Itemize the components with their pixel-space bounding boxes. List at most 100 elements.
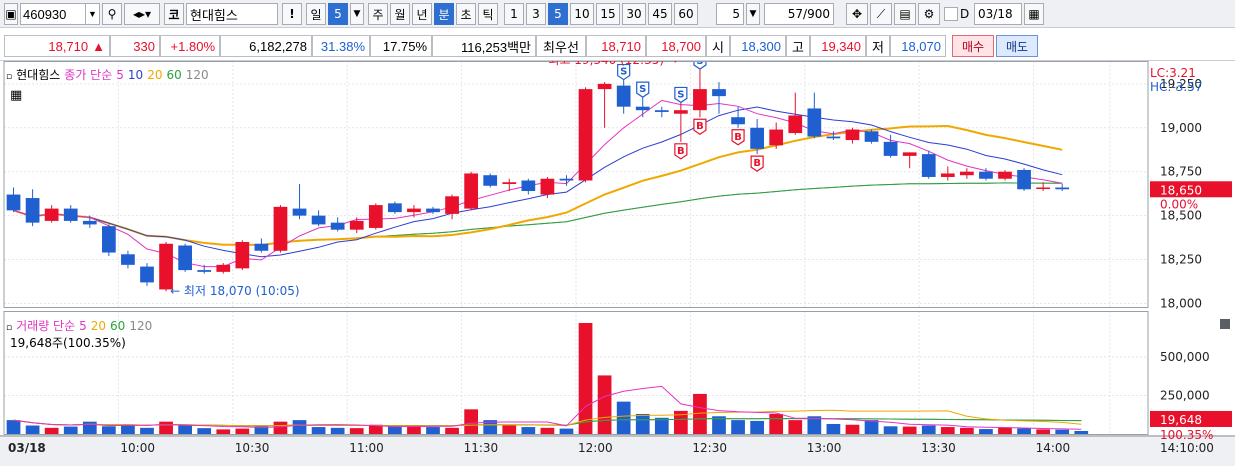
volume-bar <box>102 426 116 434</box>
volume-bar <box>597 375 612 434</box>
table-icon[interactable]: ▦ <box>10 88 22 103</box>
time-tick-label: 11:00 <box>349 441 384 455</box>
candle-body <box>25 198 40 223</box>
low-price: 18,070 <box>890 35 946 57</box>
period-minute-button[interactable]: 분 <box>434 3 454 25</box>
signal-label: B <box>677 146 685 157</box>
volume-bar <box>635 413 650 434</box>
volume-bar <box>311 427 326 434</box>
legend-ma20: 20 <box>147 68 163 82</box>
last-volume-value: 19,648 <box>1160 413 1202 427</box>
speaker-icon[interactable]: ◂▸▾ <box>124 3 160 25</box>
trade-amount: 116,253백만 <box>432 35 536 57</box>
volume-bar <box>159 421 173 434</box>
calendar-icon[interactable]: ▦ <box>1024 3 1044 25</box>
candle-body <box>1017 169 1031 190</box>
low-annotation: ← 최저 18,070 (10:05) <box>170 284 300 298</box>
candle-body <box>769 129 784 146</box>
chart-toolbar: ▣ 460930 ▼ ⚲ ◂▸▾ 코 현대힘스 ! 일 5 ▼ 주 월 년 분 … <box>0 0 1235 28</box>
volume-legend: ▫ 거래량 단순 5 20 60 120 <box>6 317 156 334</box>
gear-icon[interactable]: ⚙ <box>918 3 940 25</box>
period-count-button[interactable]: 5 <box>328 3 348 25</box>
save-icon[interactable]: ▤ <box>894 3 916 25</box>
time-tick-label: 13:30 <box>921 441 956 455</box>
date-input[interactable]: 03/18 <box>974 3 1022 25</box>
volume-bar <box>178 425 192 434</box>
time-tick-label: 11:30 <box>464 441 499 455</box>
volume-bar <box>82 421 97 434</box>
candle-body <box>979 171 993 179</box>
buy-button[interactable]: 매수 <box>952 35 994 57</box>
current-price: 18,710 ▲ <box>4 35 110 57</box>
candle-body <box>635 106 650 111</box>
crosshair-icon[interactable]: ✥ <box>846 3 868 25</box>
volume-tick-label: 250,000 <box>1160 388 1210 402</box>
minute-1-button[interactable]: 1 <box>504 3 524 25</box>
signal-label: B <box>696 121 704 132</box>
minute-10-button[interactable]: 10 <box>570 3 594 25</box>
legend-toggle-icon[interactable]: ▫ <box>6 323 12 333</box>
volume-bar <box>883 426 898 434</box>
signal-label: B <box>753 158 761 169</box>
candle-body <box>254 243 269 251</box>
candle-body <box>292 208 307 216</box>
period-day-button[interactable]: 일 <box>306 3 326 25</box>
high-label: 고 <box>786 35 810 57</box>
alert-button[interactable]: ! <box>282 3 302 25</box>
stock-code-input[interactable]: 460930 ▼ <box>20 3 100 25</box>
volume-bar <box>902 426 917 434</box>
rate-one: 31.38% <box>312 35 370 57</box>
candle-body <box>63 208 78 221</box>
volume-bar <box>788 420 803 434</box>
minute-3-button[interactable]: 3 <box>526 3 546 25</box>
signal-label: S <box>639 84 646 95</box>
date-checkbox[interactable] <box>944 7 958 21</box>
period-month-button[interactable]: 월 <box>390 3 410 25</box>
volume-bar <box>940 427 955 434</box>
period-tick-button[interactable]: 틱 <box>478 3 498 25</box>
drawing-tool-icon[interactable]: ⟋ <box>870 3 892 25</box>
minute-30-button[interactable]: 30 <box>622 3 646 25</box>
time-tick-label: 14:00 <box>1036 441 1071 455</box>
change-percent: +1.80% <box>160 35 220 57</box>
period-input[interactable]: 5 <box>716 3 744 25</box>
window-icon[interactable]: ▣ <box>4 3 18 25</box>
volume-bar <box>540 427 555 434</box>
volume-total: 6,182,278 <box>220 35 312 57</box>
legend-ma60: 60 <box>166 68 182 82</box>
chart-svg[interactable]: SS SSBBBB 18,00018,25018,50018,75019,0001… <box>0 53 1235 466</box>
high-annotation: 최고 19,340 (12:35) → <box>548 61 678 67</box>
volume-bar <box>349 428 364 434</box>
volume-bar <box>6 420 21 434</box>
volume-bar <box>731 420 745 434</box>
candle-body <box>483 175 498 186</box>
candle-body <box>330 222 345 230</box>
price-tick-label: 18,250 <box>1160 253 1202 267</box>
volume-bar <box>521 427 536 434</box>
volume-bar <box>769 413 784 434</box>
chevron-down-icon[interactable]: ▼ <box>85 4 99 24</box>
volume-bar <box>864 420 879 434</box>
minute-60-button[interactable]: 60 <box>674 3 698 25</box>
chart-area[interactable]: SSSSBBBB 18,000 18,250 18,500 18,750 19,000 1… <box>0 53 1235 466</box>
legend-toggle-icon[interactable]: ▫ <box>6 72 12 82</box>
period-second-button[interactable]: 초 <box>456 3 476 25</box>
period-week-button[interactable]: 주 <box>368 3 388 25</box>
minute-15-button[interactable]: 15 <box>596 3 620 25</box>
legend-ma5: 5 <box>116 68 124 82</box>
candle-body <box>273 206 288 251</box>
sell-button[interactable]: 매도 <box>996 35 1038 57</box>
volume-bar <box>25 425 40 434</box>
volume-bar <box>921 425 936 434</box>
minute-45-button[interactable]: 45 <box>648 3 672 25</box>
period-year-button[interactable]: 년 <box>412 3 432 25</box>
chevron-down-icon[interactable]: ▼ <box>746 3 760 25</box>
price-tick-label: 19,000 <box>1160 121 1202 135</box>
search-icon[interactable]: ⚲ <box>102 3 122 25</box>
stock-name-field[interactable]: 현대힘스 <box>186 3 278 25</box>
count-input[interactable]: 57/900 <box>764 3 834 25</box>
price-tick-label: 18,750 <box>1160 165 1202 179</box>
chevron-down-icon[interactable]: ▼ <box>350 3 364 25</box>
minute-5-button[interactable]: 5 <box>548 3 568 25</box>
volume-bar <box>559 428 574 434</box>
